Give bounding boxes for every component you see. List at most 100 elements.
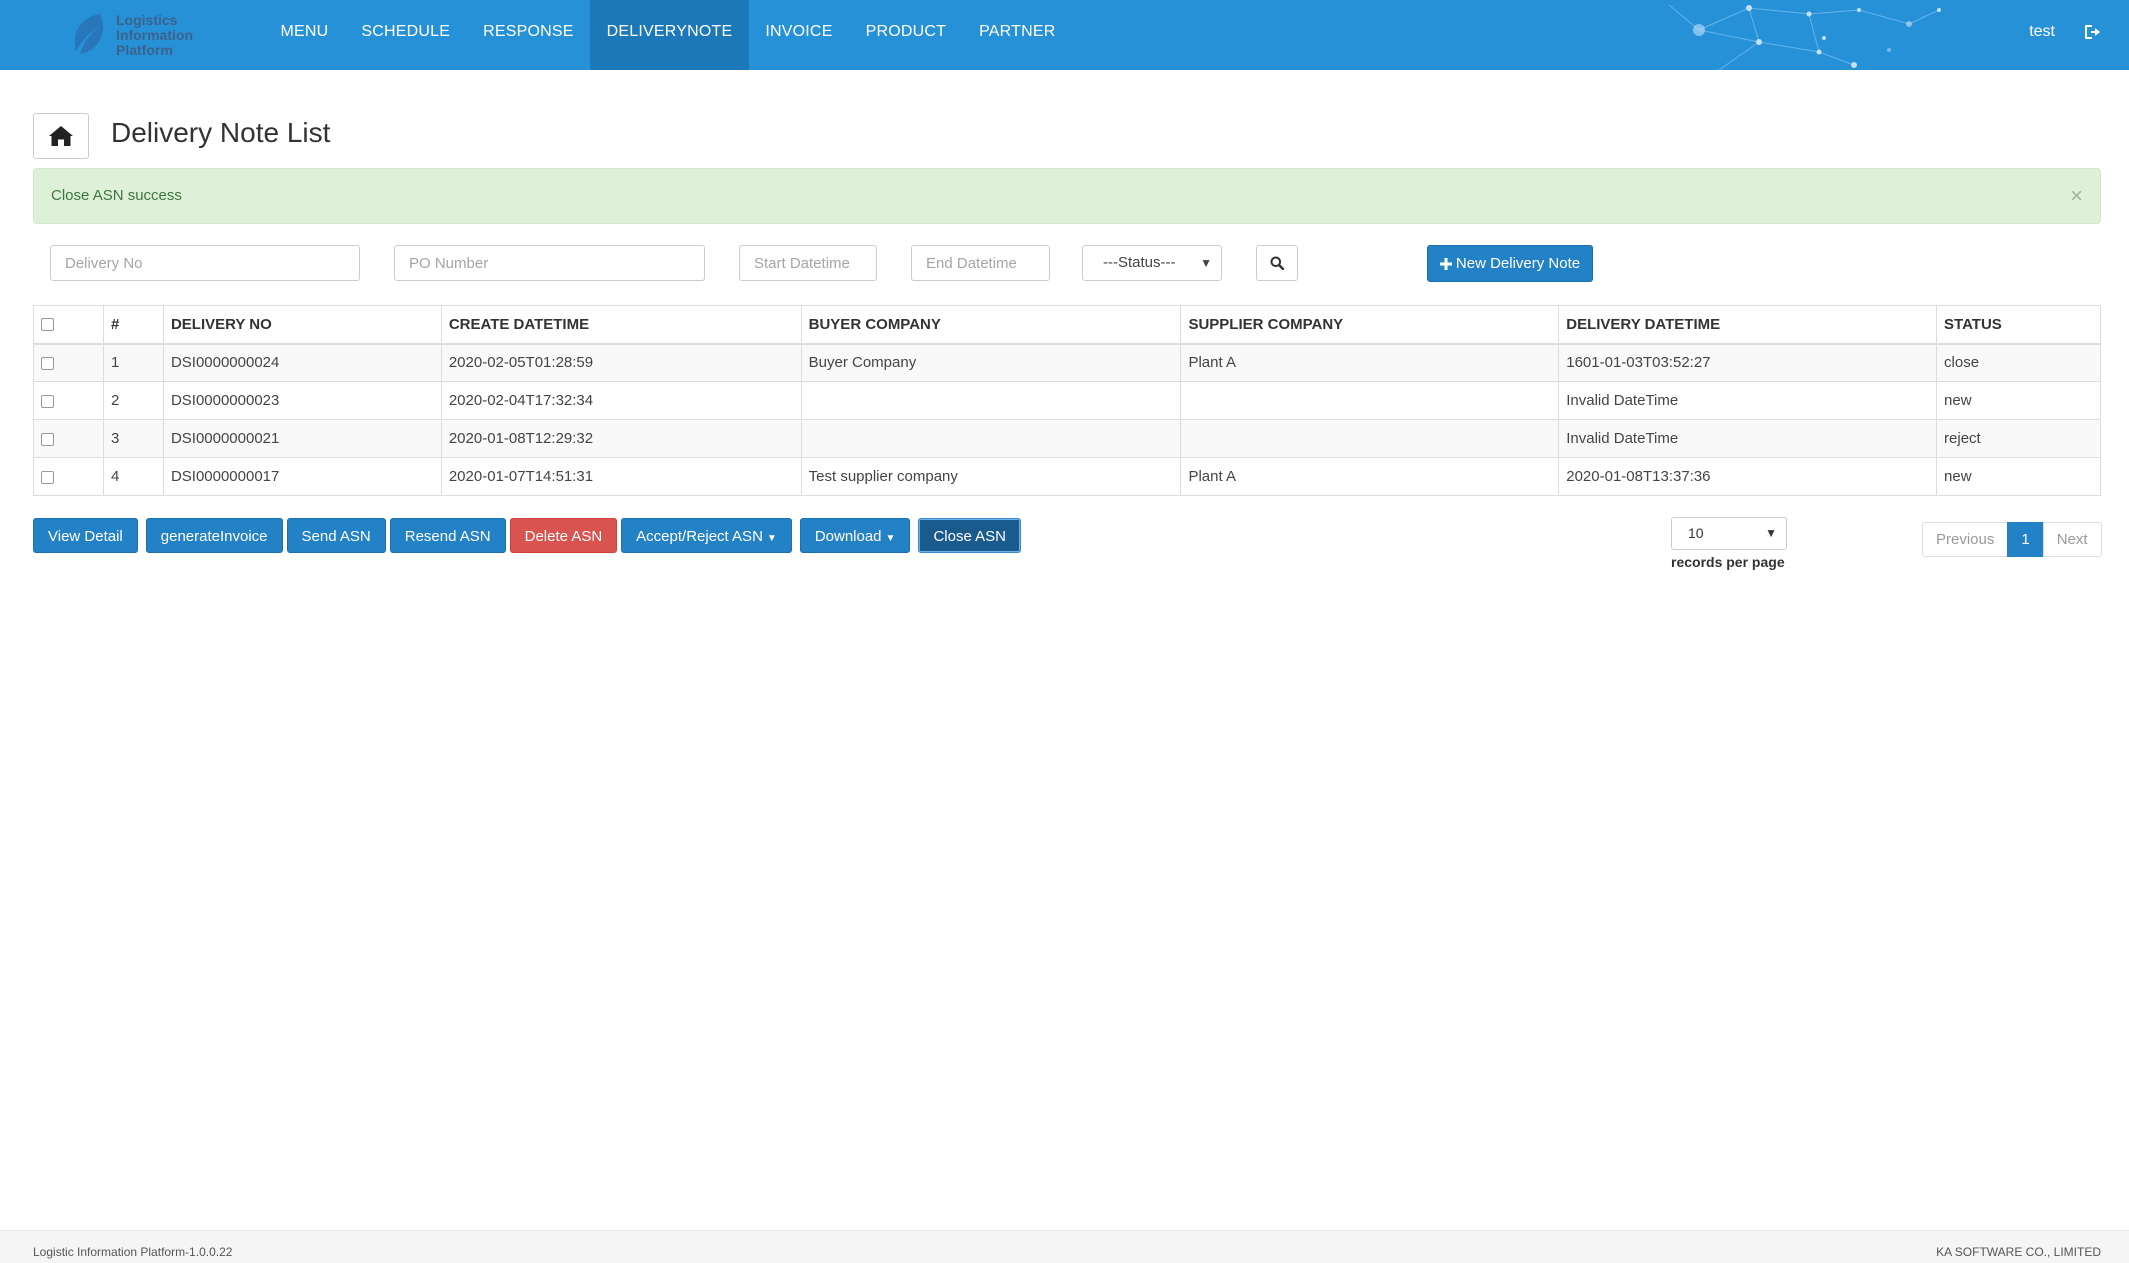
create-datetime-cell: 2020-02-05T01:28:59 [440,343,802,382]
row-checkbox[interactable] [41,394,54,408]
column-header-delivery-no[interactable]: DELIVERY NO [162,305,442,345]
home-icon [49,126,73,146]
row-checkbox[interactable] [41,432,54,446]
column-header-buyer-company[interactable]: BUYER COMPANY [800,305,1182,345]
status-cell: reject [1936,419,2101,458]
download-button[interactable]: Download ▼ [799,518,911,553]
start-datetime-input[interactable] [739,245,877,281]
delivery-datetime-cell: 2020-01-08T13:37:36 [1558,457,1938,496]
delivery-no-cell: DSI0000000017 [162,457,442,496]
new-delivery-note-button[interactable]: New Delivery Note [1427,245,1593,282]
row-select-cell [33,419,104,458]
leaf-logo-icon [74,14,104,54]
table-row[interactable]: 3 DSI0000000021 2020-01-08T12:29:32 Inva… [33,419,2101,458]
delivery-no-cell: DSI0000000021 [162,419,442,458]
page-size-select[interactable]: 10 ▼ [1671,517,1787,550]
column-header-delivery-datetime[interactable]: DELIVERY DATETIME [1558,305,1938,345]
buyer-company-cell: Buyer Company [800,343,1182,382]
close-asn-button[interactable]: Close ASN [918,518,1021,553]
previous-page-button[interactable]: Previous [1922,522,2009,557]
records-per-page-label: records per page [1671,554,1785,570]
buyer-company-cell [800,419,1182,458]
nav-item-menu[interactable]: MENU [264,0,345,70]
status-select[interactable]: ---Status--- ▼ [1082,245,1222,281]
table-row[interactable]: 4 DSI0000000017 2020-01-07T14:51:31 Test… [33,457,2101,496]
nav-item-invoice[interactable]: INVOICE [749,0,849,70]
row-select-cell [33,381,104,420]
app-logo[interactable]: Logistics Information Platform [70,10,210,60]
resend-asn-button[interactable]: Resend ASN [389,518,506,553]
create-datetime-cell: 2020-02-04T17:32:34 [440,381,802,420]
po-number-input[interactable] [394,245,705,281]
status-cell: close [1936,343,2101,382]
action-toolbar: View Detail generateInvoice Send ASN Res… [33,518,1021,553]
delivery-datetime-cell: Invalid DateTime [1558,381,1938,420]
main-nav: MENU SCHEDULE RESPONSE DELIVERYNOTE INVO… [264,0,1072,70]
footer: Logistic Information Platform-1.0.0.22 K… [0,1230,2129,1263]
delivery-no-cell: DSI0000000023 [162,381,442,420]
supplier-company-cell: Plant A [1180,457,1560,496]
home-button[interactable] [33,113,89,159]
delivery-note-table: # DELIVERY NO CREATE DATETIME BUYER COMP… [33,305,2101,496]
nav-item-schedule[interactable]: SCHEDULE [345,0,467,70]
select-all-checkbox[interactable] [41,318,54,332]
delivery-no-cell: DSI0000000024 [162,343,442,382]
success-alert: Close ASN success × [33,168,2101,224]
row-checkbox[interactable] [41,470,54,484]
delivery-datetime-cell: Invalid DateTime [1558,419,1938,458]
alert-message: Close ASN success [51,187,182,204]
page-title: Delivery Note List [111,117,331,148]
send-asn-button[interactable]: Send ASN [286,518,386,553]
logout-icon[interactable] [2083,23,2101,41]
caret-down-icon: ▼ [1200,256,1212,270]
create-datetime-cell: 2020-01-07T14:51:31 [440,457,802,496]
user-name[interactable]: test [2029,0,2055,64]
new-delivery-note-label: New Delivery Note [1455,255,1581,272]
next-page-button[interactable]: Next [2042,522,2102,557]
search-button[interactable] [1256,245,1298,281]
column-header-create-datetime[interactable]: CREATE DATETIME [440,305,802,345]
table-row[interactable]: 1 DSI0000000024 2020-02-05T01:28:59 Buye… [33,343,2101,382]
column-header-supplier-company[interactable]: SUPPLIER COMPANY [1180,305,1560,345]
row-select-cell [33,343,104,382]
alert-close-button[interactable]: × [2070,169,2083,223]
logo-text: Logistics Information Platform [116,13,193,58]
logo-text-line-1: Logistics [116,12,178,28]
column-header-status[interactable]: STATUS [1936,305,2101,345]
row-number: 3 [102,419,164,458]
table-row[interactable]: 2 DSI0000000023 2020-02-04T17:32:34 Inva… [33,381,2101,420]
generate-invoice-button[interactable]: generateInvoice [145,518,283,553]
view-detail-button[interactable]: View Detail [33,518,138,553]
column-header-number: # [102,305,164,345]
status-cell: new [1936,381,2101,420]
supplier-company-cell: Plant A [1180,343,1560,382]
page-size-value: 10 [1688,525,1704,541]
table-header-row: # DELIVERY NO CREATE DATETIME BUYER COMP… [33,305,2101,345]
pagination: Previous 1 Next [1922,522,2102,557]
caret-down-icon: ▼ [766,533,777,544]
delivery-no-input[interactable] [50,245,360,281]
buyer-company-cell [800,381,1182,420]
delete-asn-button[interactable]: Delete ASN [509,518,618,553]
row-checkbox[interactable] [41,356,54,370]
caret-down-icon: ▼ [1765,526,1777,540]
nav-item-deliverynote[interactable]: DELIVERYNOTE [590,0,749,70]
status-select-value: ---Status--- [1103,254,1176,271]
page-1-button[interactable]: 1 [2007,522,2044,557]
nav-item-product[interactable]: PRODUCT [849,0,963,70]
nav-item-partner[interactable]: PARTNER [963,0,1072,70]
accept-reject-asn-button[interactable]: Accept/Reject ASN ▼ [621,518,792,553]
footer-version: Logistic Information Platform-1.0.0.22 [33,1245,233,1259]
buyer-company-cell: Test supplier company [800,457,1182,496]
status-cell: new [1936,457,2101,496]
nav-item-response[interactable]: RESPONSE [467,0,591,70]
supplier-company-cell [1180,381,1560,420]
end-datetime-input[interactable] [911,245,1050,281]
download-label: Download [814,528,882,545]
row-select-cell [33,457,104,496]
select-all-header [33,305,104,345]
supplier-company-cell [1180,419,1560,458]
row-number: 4 [102,457,164,496]
delivery-datetime-cell: 1601-01-03T03:52:27 [1558,343,1938,382]
create-datetime-cell: 2020-01-08T12:29:32 [440,419,802,458]
